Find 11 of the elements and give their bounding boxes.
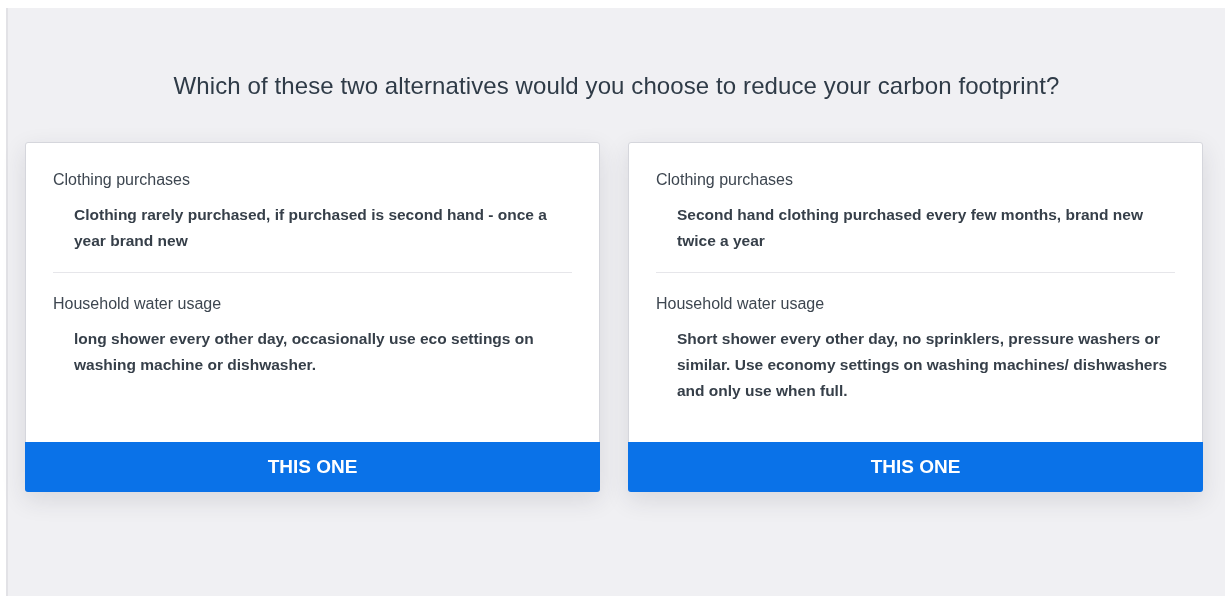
attribute-label: Household water usage [53, 295, 223, 313]
attribute-label: Clothing purchases [656, 171, 794, 189]
attribute-label: Clothing purchases [53, 171, 191, 189]
attribute-value: Second hand clothing purchased every few months, brand new twice a year [677, 205, 1144, 251]
attribute-value: Short shower every other day, no sprinklers, pressure washers or similar. Use economy settings on washing machines/ dishwashers and only use when full. [677, 329, 1169, 401]
choose-button[interactable]: THIS ONE [628, 442, 1203, 492]
attribute-value: Clothing rarely purchased, if purchased is second hand - once a year brand new [74, 205, 548, 251]
attribute-label: Household water usage [656, 295, 826, 313]
attribute-value: long shower every other day, occasionally use eco settings on washing machine or dishwasher. [74, 329, 535, 375]
question-title: Which of these two alternatives would you choose to reduce your carbon footprint? [173, 72, 1060, 100]
choose-button[interactable]: THIS ONE [25, 442, 600, 492]
